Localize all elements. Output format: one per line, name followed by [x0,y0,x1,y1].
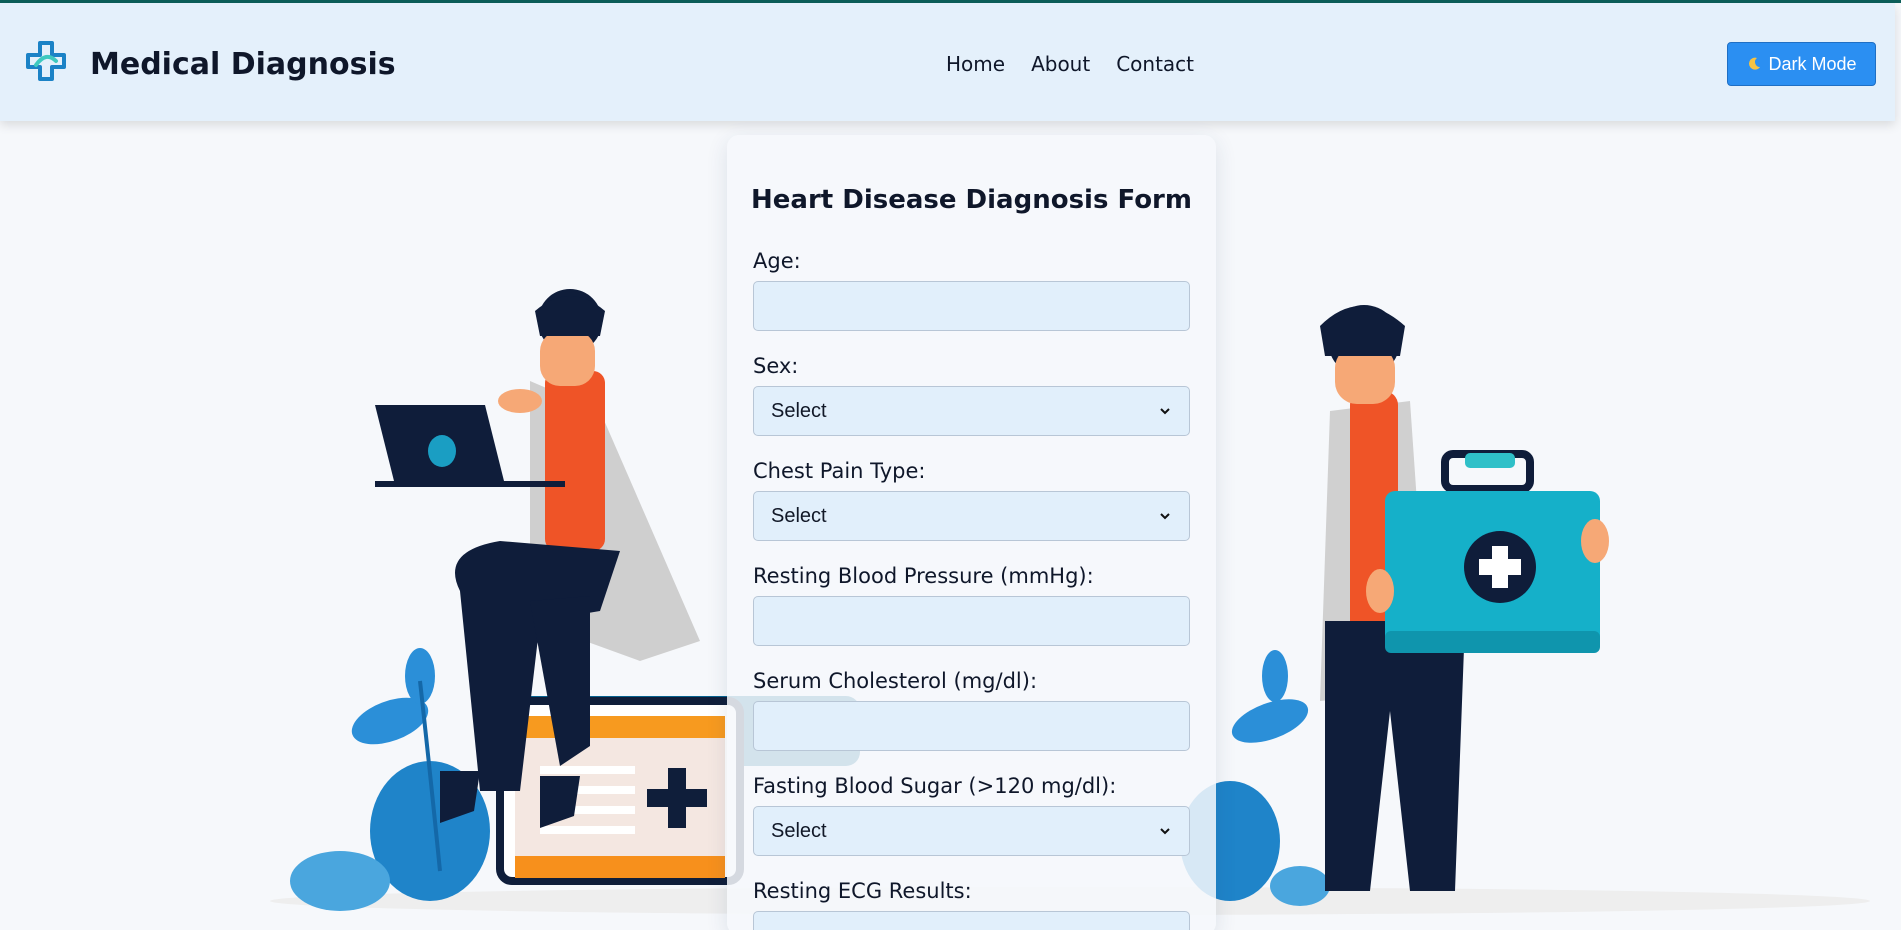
serum-cholesterol-label: Serum Cholesterol (mg/dl): [753,669,1038,693]
chevron-down-icon [1160,513,1170,520]
dark-mode-label: Dark Mode [1768,53,1857,74]
nav-home[interactable]: Home [946,52,1005,76]
serum-cholesterol-input[interactable] [753,701,1190,751]
resting-ecg-input[interactable] [753,911,1190,930]
age-label: Age: [753,249,801,273]
chest-pain-type-select[interactable]: Select [753,491,1190,541]
diagnosis-form-card: Heart Disease Diagnosis Form Age: Sex: S… [727,135,1216,930]
chest-pain-type-select-value: Select [771,504,827,527]
chevron-down-icon [1160,828,1170,835]
form-title: Heart Disease Diagnosis Form [751,185,1192,215]
chevron-down-icon [1160,408,1170,415]
sex-select-value: Select [771,399,827,422]
resting-blood-pressure-input[interactable] [753,596,1190,646]
fasting-blood-sugar-select-value: Select [771,819,827,842]
sex-label: Sex: [753,354,799,378]
chest-pain-type-label: Chest Pain Type: [753,459,926,483]
dark-mode-button[interactable]: Dark Mode [1727,42,1876,86]
main-nav: Home About Contact [946,52,1194,76]
fasting-blood-sugar-select[interactable]: Select [753,806,1190,856]
medical-cross-logo-icon[interactable] [22,39,70,87]
nav-contact[interactable]: Contact [1116,52,1194,76]
moon-icon [1749,57,1761,70]
fasting-blood-sugar-label: Fasting Blood Sugar (>120 mg/dl): [753,774,1117,798]
age-input[interactable] [753,281,1190,331]
sex-select[interactable]: Select [753,386,1190,436]
brand-title[interactable]: Medical Diagnosis [90,47,396,82]
navbar: Medical Diagnosis Home About Contact Dar… [0,3,1895,121]
nav-about[interactable]: About [1031,52,1090,76]
resting-ecg-label: Resting ECG Results: [753,879,972,903]
resting-blood-pressure-label: Resting Blood Pressure (mmHg): [753,564,1094,588]
doctor-with-medkit-icon [1320,305,1609,891]
